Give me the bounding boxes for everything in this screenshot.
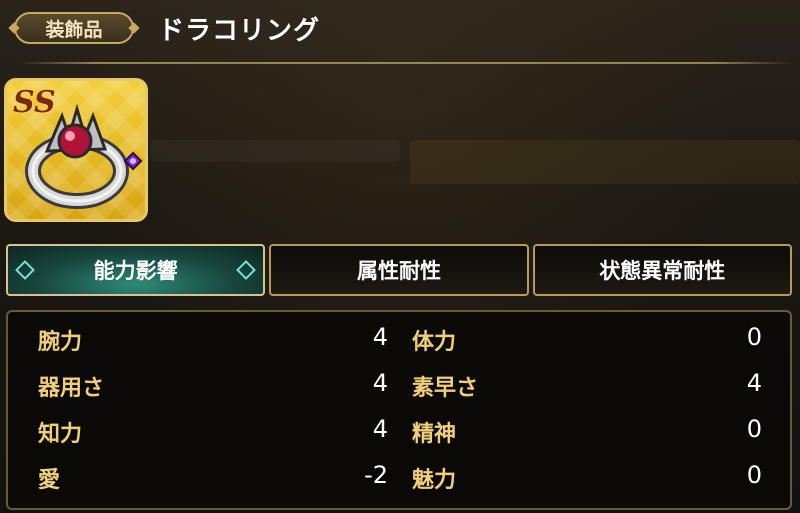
stat-value-spirit: 0	[746, 415, 762, 443]
stat-label-dexterity: 器用さ	[38, 376, 105, 401]
stat-label-charm: 魅力	[412, 468, 457, 493]
stat-value-vitality: 0	[746, 323, 762, 351]
stat-label-intelligence: 知力	[38, 422, 83, 447]
stat-label-spirit: 精神	[412, 422, 457, 447]
background-panel	[410, 140, 800, 184]
stats-panel: 腕力 4 器用さ 4 知力 4 愛 -2 体力 0 素早さ 4 精神 0 魅力 …	[6, 310, 792, 510]
stat-label-strength: 腕力	[38, 330, 83, 355]
stat-value-charm: 0	[746, 461, 762, 489]
tab-element-resistance[interactable]: 属性耐性	[269, 244, 529, 296]
stat-value-intelligence: 4	[372, 415, 388, 443]
item-icon-frame[interactable]: SS	[4, 78, 148, 222]
stat-value-agility: 4	[746, 369, 762, 397]
tab-bar: 能力影響 属性耐性 状態異常耐性	[6, 244, 792, 296]
background-panel	[150, 140, 400, 162]
item-name: ドラコリング	[158, 16, 321, 46]
tab-ability-effect[interactable]: 能力影響	[6, 244, 266, 296]
rank-label: SS	[13, 85, 56, 120]
stat-value-dexterity: 4	[372, 369, 388, 397]
category-badge: 装飾品	[14, 12, 134, 44]
divider	[18, 62, 792, 64]
stat-value-love: -2	[364, 461, 388, 489]
stat-label-love: 愛	[38, 468, 61, 493]
stat-label-vitality: 体力	[412, 330, 457, 355]
stat-value-strength: 4	[372, 323, 388, 351]
tab-status-resistance[interactable]: 状態異常耐性	[532, 244, 792, 296]
stat-label-agility: 素早さ	[412, 376, 479, 401]
